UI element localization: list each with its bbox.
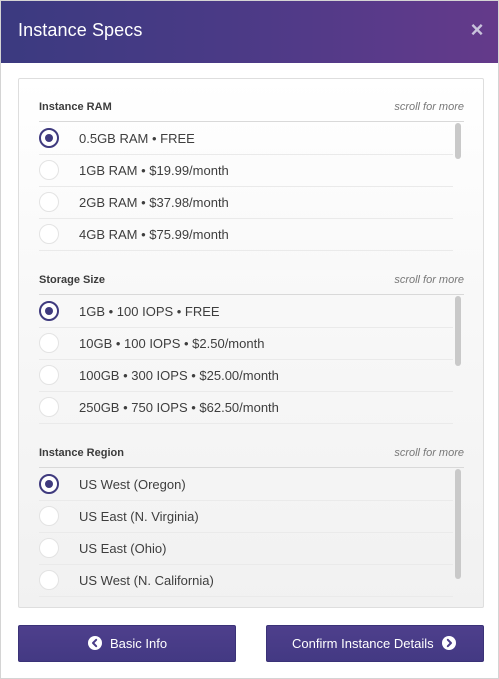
option-label: 1GB • 100 IOPS • FREE: [79, 304, 220, 319]
option-label: US West (Oregon): [79, 477, 186, 492]
button-content: Confirm Instance Details: [292, 636, 456, 651]
region-option[interactable]: US East (N. Virginia): [39, 501, 453, 533]
confirm-label: Confirm Instance Details: [292, 636, 434, 651]
section-header: Storage Size scroll for more: [19, 270, 483, 290]
chevron-left-circle-icon: [88, 636, 102, 650]
radio-button-selected[interactable]: [39, 128, 59, 148]
basic-info-label: Basic Info: [110, 636, 168, 651]
ram-option[interactable]: 2GB RAM • $37.98/month: [39, 187, 453, 219]
ram-option[interactable]: 4GB RAM • $75.99/month: [39, 219, 453, 251]
region-option[interactable]: US West (Oregon): [39, 469, 453, 501]
button-content: Basic Info: [88, 636, 167, 651]
storage-option[interactable]: 100GB • 300 IOPS • $25.00/month: [39, 360, 453, 392]
region-option[interactable]: US West (N. California): [39, 565, 453, 597]
option-label: US East (Ohio): [79, 541, 167, 556]
section-header: Instance RAM scroll for more: [19, 97, 483, 117]
divider: [39, 121, 464, 122]
storage-option[interactable]: 250GB • 750 IOPS • $62.50/month: [39, 392, 453, 424]
radio-dot: [45, 480, 53, 488]
region-option[interactable]: US East (Ohio): [39, 533, 453, 565]
chevron-right-circle-icon: [441, 636, 456, 650]
scrollbar-thumb[interactable]: [455, 123, 461, 159]
scroll-hint: scroll for more: [394, 101, 464, 113]
storage-option[interactable]: 10GB • 100 IOPS • $2.50/month: [39, 328, 453, 360]
radio-button-selected[interactable]: [39, 301, 59, 321]
option-label: 4GB RAM • $75.99/month: [79, 227, 229, 242]
scrollbar-thumb[interactable]: [455, 296, 461, 366]
option-label: US West (N. California): [79, 573, 214, 588]
section-header: Instance Region scroll for more: [19, 443, 483, 463]
radio-button[interactable]: [39, 333, 59, 353]
ram-option-list[interactable]: 0.5GB RAM • FREE 1GB RAM • $19.99/month …: [39, 123, 464, 251]
option-label: 10GB • 100 IOPS • $2.50/month: [79, 336, 265, 351]
scroll-hint: scroll for more: [394, 447, 464, 459]
ram-option[interactable]: 0.5GB RAM • FREE: [39, 123, 453, 155]
option-label: US East (N. Virginia): [79, 509, 199, 524]
radio-button[interactable]: [39, 365, 59, 385]
radio-dot: [45, 307, 53, 315]
modal-title: Instance Specs: [18, 20, 143, 40]
radio-button[interactable]: [39, 224, 59, 244]
confirm-instance-details-button[interactable]: Confirm Instance Details: [266, 625, 484, 662]
section-title: Instance RAM: [39, 101, 112, 113]
radio-button-selected[interactable]: [39, 474, 59, 494]
section-title: Storage Size: [39, 274, 106, 286]
instance-specs-modal: Instance Specs × Instance RAM scroll for…: [0, 0, 499, 679]
specs-panel: Instance RAM scroll for more 0.5GB RAM •…: [18, 78, 484, 608]
radio-button[interactable]: [39, 570, 59, 590]
region-option-list[interactable]: US West (Oregon) US East (N. Virginia) U…: [39, 469, 464, 597]
radio-button[interactable]: [39, 506, 59, 526]
scroll-hint: scroll for more: [394, 274, 464, 286]
basic-info-button[interactable]: Basic Info: [18, 625, 236, 662]
storage-option[interactable]: 1GB • 100 IOPS • FREE: [39, 296, 453, 328]
divider: [39, 294, 464, 295]
radio-button[interactable]: [39, 160, 59, 180]
scrollbar-thumb[interactable]: [455, 469, 461, 579]
radio-button[interactable]: [39, 192, 59, 212]
storage-option-list[interactable]: 1GB • 100 IOPS • FREE 10GB • 100 IOPS • …: [39, 296, 464, 424]
divider: [39, 467, 464, 468]
ram-option[interactable]: 1GB RAM • $19.99/month: [39, 155, 453, 187]
radio-dot: [45, 134, 53, 142]
option-label: 250GB • 750 IOPS • $62.50/month: [79, 400, 279, 415]
option-label: 100GB • 300 IOPS • $25.00/month: [79, 368, 279, 383]
option-label: 2GB RAM • $37.98/month: [79, 195, 229, 210]
section-title: Instance Region: [39, 447, 124, 459]
radio-button[interactable]: [39, 538, 59, 558]
option-label: 0.5GB RAM • FREE: [79, 131, 195, 146]
close-icon[interactable]: ×: [468, 18, 486, 42]
modal-header: Instance Specs ×: [1, 1, 498, 63]
radio-button[interactable]: [39, 397, 59, 417]
option-label: 1GB RAM • $19.99/month: [79, 163, 229, 178]
